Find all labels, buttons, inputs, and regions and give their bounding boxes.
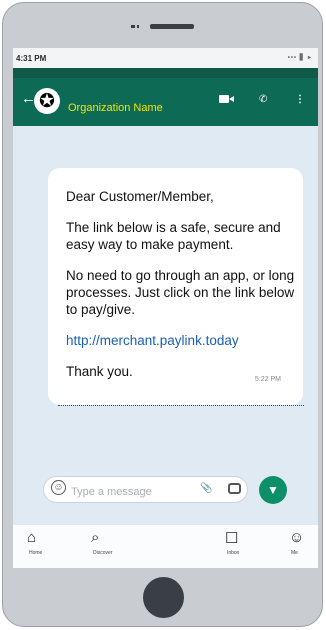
message-composer: ☺ Type a message 📎 bbox=[43, 476, 248, 503]
nav-inbox[interactable]: ☐ Inbox bbox=[225, 529, 265, 565]
header-strip bbox=[13, 68, 318, 78]
person-icon: ☺ bbox=[289, 529, 305, 546]
nav-discover[interactable]: ⌕ Discover bbox=[91, 529, 131, 565]
sensor-dots bbox=[131, 25, 139, 30]
speaker-grille bbox=[150, 24, 194, 29]
message-bubble: Dear Customer/Member, The link below is … bbox=[48, 168, 304, 406]
avatar[interactable]: ✪ bbox=[34, 88, 60, 114]
home-icon: ⌂ bbox=[27, 529, 37, 546]
more-options-icon[interactable]: ⋮ bbox=[295, 94, 305, 105]
nav-me[interactable]: ☺ Me bbox=[289, 529, 318, 565]
paperclip-icon[interactable]: 📎 bbox=[200, 483, 212, 494]
status-bar: 4:31 PM ••• ▋ ▸ bbox=[13, 48, 318, 68]
message-input[interactable]: Type a message bbox=[71, 486, 152, 498]
nav-home[interactable]: ⌂ Home bbox=[27, 529, 67, 565]
contact-name[interactable]: Organization Name bbox=[68, 102, 163, 114]
search-icon: ⌕ bbox=[91, 529, 100, 546]
nav-me-label: Me bbox=[291, 550, 298, 556]
nav-home-label: Home bbox=[29, 550, 43, 556]
microphone-icon[interactable]: ▼ bbox=[259, 476, 287, 504]
message-time: 5:22 PM bbox=[254, 376, 281, 383]
payment-link[interactable]: http://merchant.paylink.today bbox=[66, 332, 295, 349]
video-call-icon[interactable] bbox=[219, 94, 235, 104]
bubble-edge bbox=[58, 405, 304, 406]
home-button[interactable] bbox=[143, 577, 184, 618]
star-icon: ✪ bbox=[39, 90, 55, 112]
message-line-2: No need to go through an app, or long pr… bbox=[66, 268, 295, 317]
message-line-1: The link below is a safe, secure and eas… bbox=[66, 220, 281, 252]
message-greeting: Dear Customer/Member, bbox=[66, 189, 214, 204]
phone-screen: 4:31 PM ••• ▋ ▸ ← ✪ Organization Name ✆ … bbox=[13, 48, 318, 568]
camera-icon[interactable] bbox=[228, 483, 241, 494]
status-icons: ••• ▋ ▸ bbox=[287, 55, 312, 61]
inbox-icon: ☐ bbox=[225, 530, 239, 547]
nav-inbox-label: Inbox bbox=[227, 550, 240, 556]
status-time: 4:31 PM bbox=[16, 54, 47, 63]
chat-header: ← ✪ Organization Name ✆ ⋮ bbox=[13, 78, 318, 126]
bottom-navigation: ⌂ Home ⌕ Discover ☐ Inbox ☺ Me bbox=[13, 525, 318, 568]
phone-frame: 4:31 PM ••• ▋ ▸ ← ✪ Organization Name ✆ … bbox=[2, 2, 323, 627]
nav-discover-label: Discover bbox=[93, 550, 113, 556]
phone-call-icon[interactable]: ✆ bbox=[259, 94, 267, 105]
emoji-icon[interactable]: ☺ bbox=[51, 480, 66, 495]
